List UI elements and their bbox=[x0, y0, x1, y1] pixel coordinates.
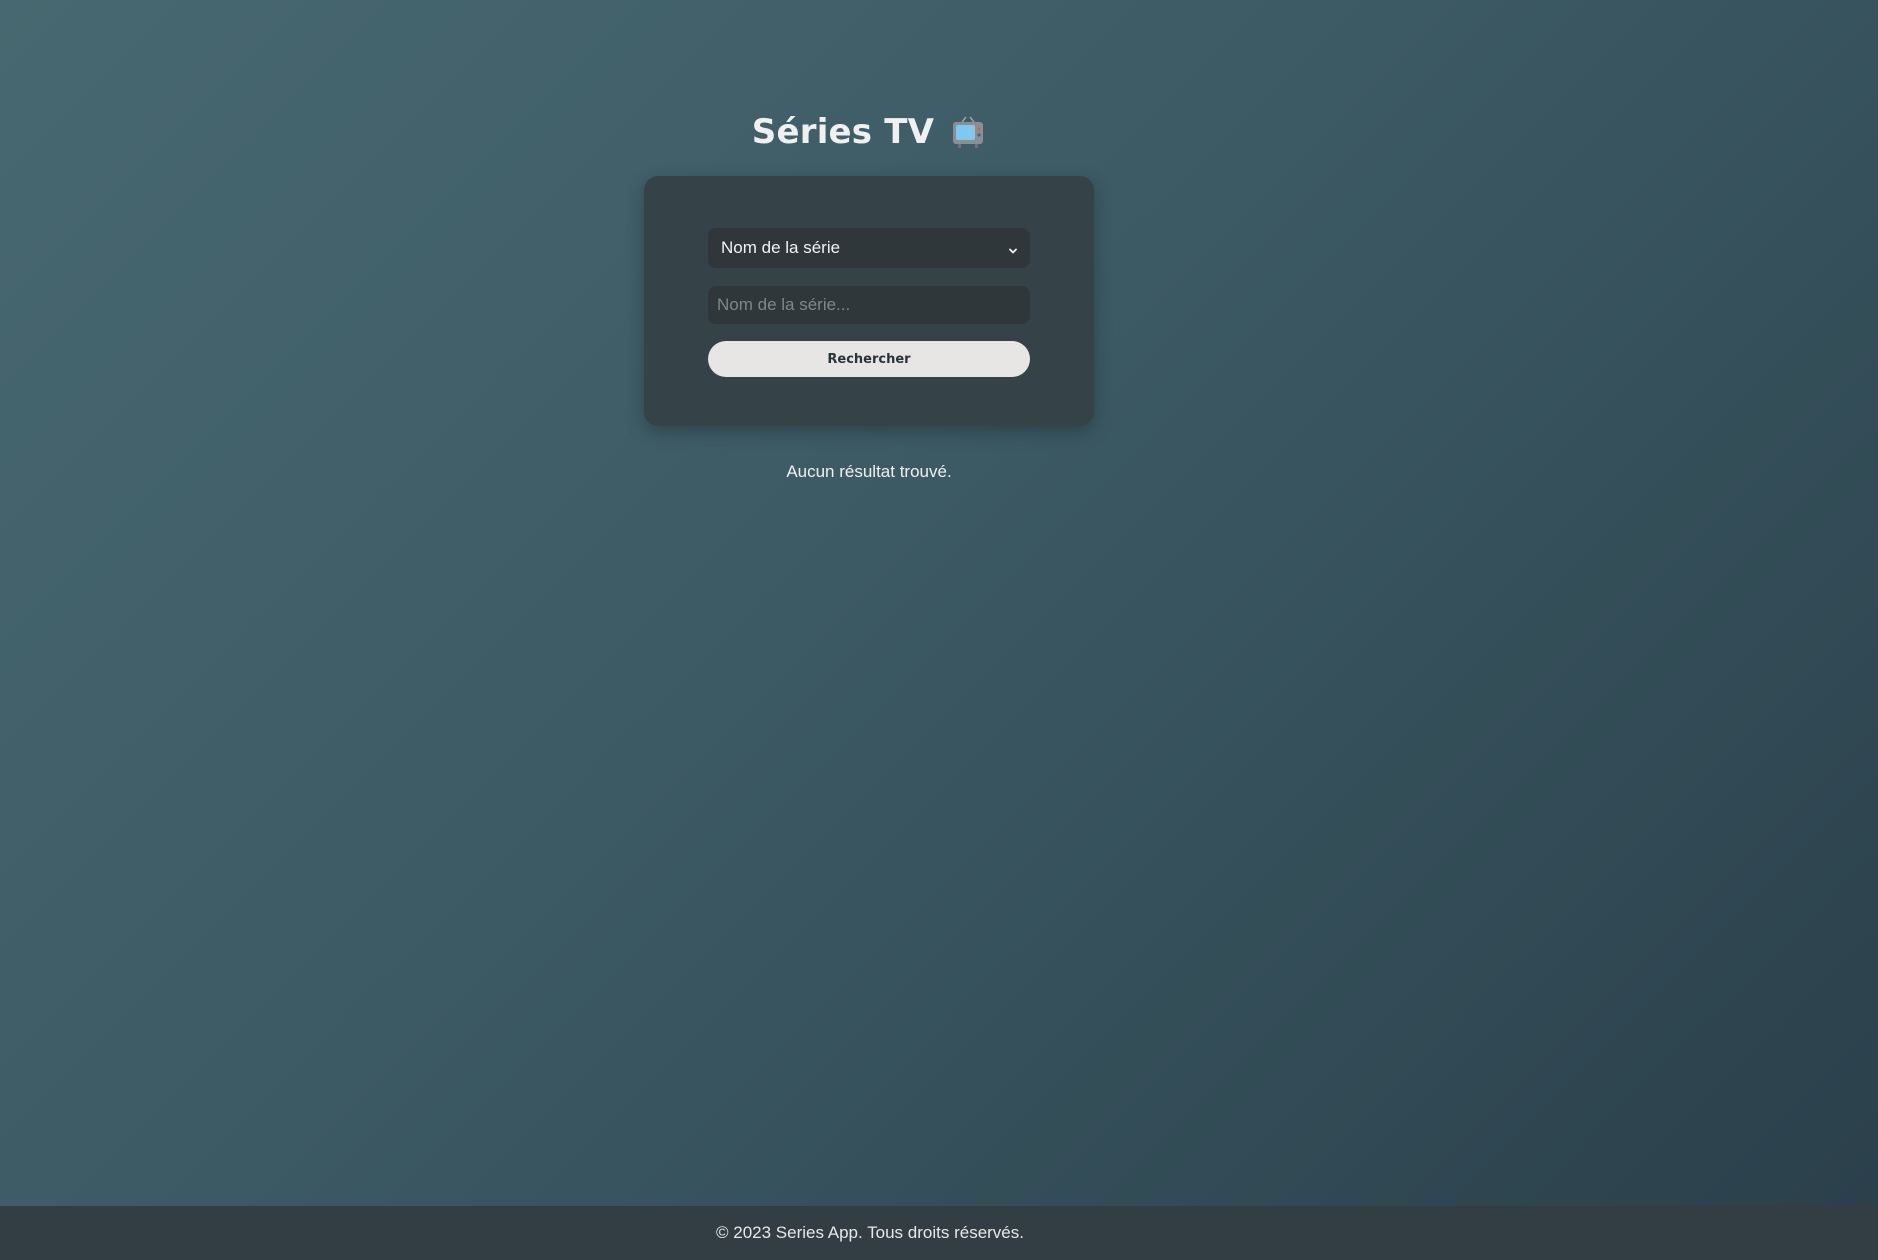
chevron-down-icon bbox=[1008, 243, 1018, 254]
footer: © 2023 Series App. Tous droits réservés. bbox=[0, 1206, 1878, 1260]
search-button[interactable]: Rechercher bbox=[708, 341, 1030, 377]
search-type-select[interactable]: Nom de la série bbox=[708, 228, 1030, 268]
television-icon bbox=[950, 114, 986, 150]
search-type-select-value: Nom de la série bbox=[721, 238, 841, 257]
page-title: Séries TV bbox=[751, 112, 935, 152]
search-input[interactable] bbox=[708, 286, 1030, 324]
search-card: Nom de la série Rechercher bbox=[644, 176, 1094, 426]
footer-copyright: © 2023 Series App. Tous droits réservés. bbox=[716, 1223, 1024, 1242]
no-results-message: Aucun résultat trouvé. bbox=[786, 462, 952, 481]
page-header: Séries TV bbox=[0, 112, 1738, 152]
